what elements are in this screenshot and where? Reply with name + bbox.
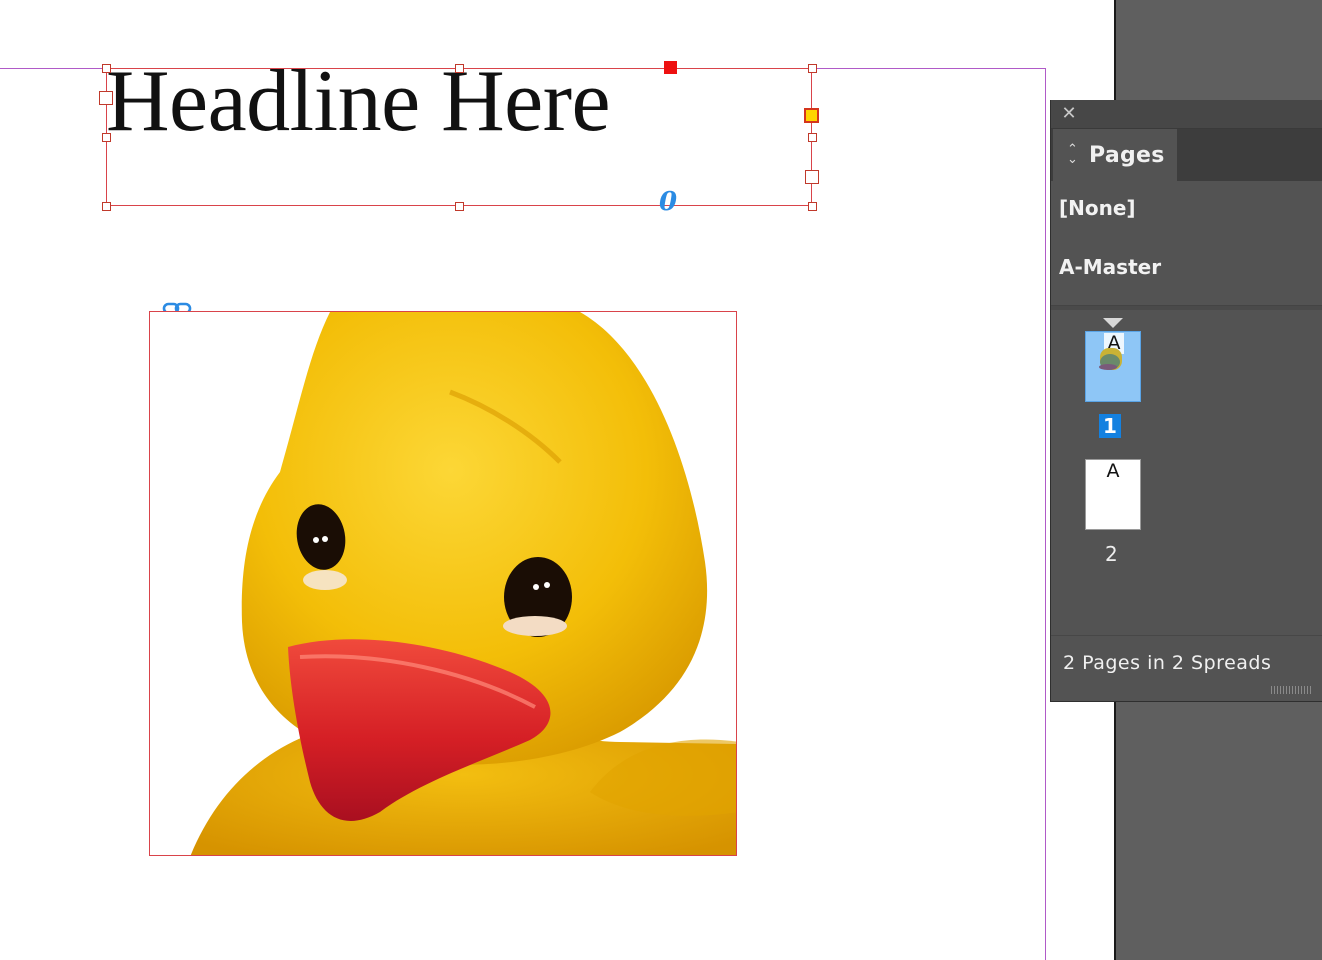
- panel-footer: 2 Pages in 2 Spreads: [1051, 635, 1322, 688]
- tab-pages-label: Pages: [1089, 143, 1165, 168]
- pages-count-status: 2 Pages in 2 Spreads: [1063, 652, 1272, 674]
- text-in-port[interactable]: [664, 61, 677, 74]
- page-number-2[interactable]: 2: [1105, 544, 1118, 564]
- resize-handle-middle-right[interactable]: [808, 133, 817, 142]
- resize-handle-top-middle[interactable]: [455, 64, 464, 73]
- resize-handle-bottom-right[interactable]: [808, 202, 817, 211]
- spread-start-marker: [1103, 318, 1123, 328]
- duck-image: [190, 312, 736, 855]
- image-frame[interactable]: [149, 311, 737, 856]
- panel-titlebar[interactable]: ✕: [1051, 100, 1322, 129]
- master-item-none[interactable]: [None]: [1059, 196, 1136, 220]
- corner-option-handle-left[interactable]: [99, 91, 113, 105]
- resize-handle-middle-left[interactable]: [102, 133, 111, 142]
- pages-panel: ✕ ⌃ ⌄ Pages [None] A-Master A 1 A 2 2 Pag…: [1050, 100, 1322, 701]
- resize-handle-top-right[interactable]: [808, 64, 817, 73]
- panel-resize-grip[interactable]: [1271, 686, 1311, 694]
- headline-text[interactable]: Headline Here: [106, 58, 611, 146]
- text-out-port[interactable]: [804, 108, 819, 123]
- page-thumbnail-2[interactable]: A: [1085, 459, 1141, 530]
- master-item-a-master[interactable]: A-Master: [1059, 255, 1161, 279]
- corner-option-handle-right[interactable]: [805, 170, 819, 184]
- close-icon[interactable]: ✕: [1061, 105, 1077, 123]
- tab-pages[interactable]: ⌃ ⌄ Pages: [1053, 129, 1177, 181]
- overset-indicator: 0: [659, 187, 678, 217]
- page-thumbnail-preview: [1099, 348, 1122, 370]
- panel-section-divider[interactable]: [1051, 305, 1322, 310]
- page-right-edge: [1045, 68, 1046, 960]
- page-thumbnail-1[interactable]: A: [1085, 331, 1141, 402]
- page-master-prefix: A: [1106, 460, 1120, 482]
- resize-handle-top-left[interactable]: [102, 64, 111, 73]
- resize-handle-bottom-middle[interactable]: [455, 202, 464, 211]
- panel-tab-strip: ⌃ ⌄ Pages: [1051, 129, 1322, 181]
- chevron-updown-icon: ⌃ ⌄: [1067, 142, 1078, 167]
- page-number-1[interactable]: 1: [1099, 414, 1121, 438]
- resize-handle-bottom-left[interactable]: [102, 202, 111, 211]
